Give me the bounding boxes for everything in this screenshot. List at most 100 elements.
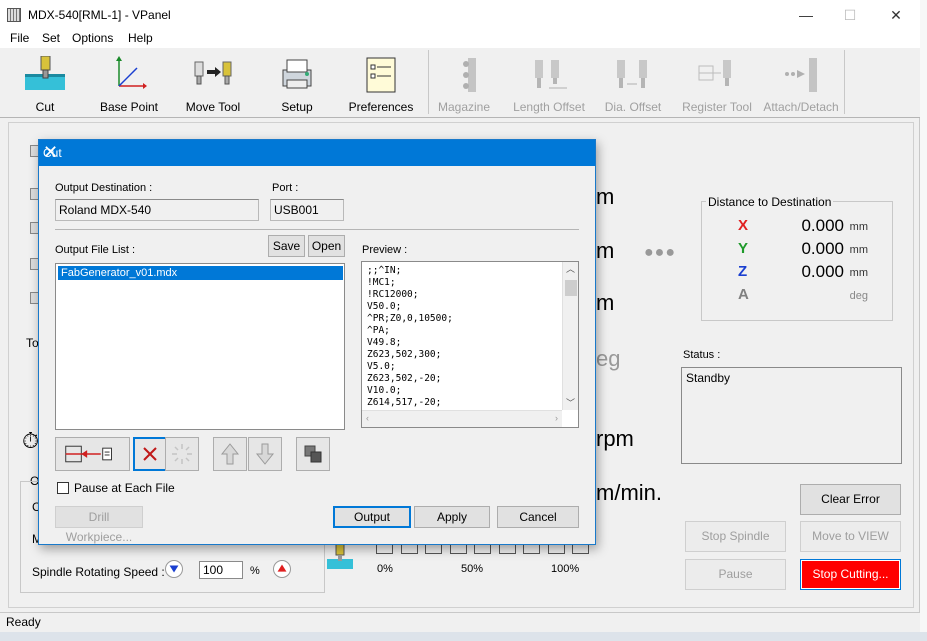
distance-x-unit: mm [849, 221, 868, 233]
output-file-list[interactable]: FabGenerator_v01.mdx [55, 263, 345, 430]
move-down-button[interactable] [248, 437, 282, 471]
toolbar-magazine-button[interactable]: Magazine [432, 52, 496, 116]
move-up-button[interactable] [213, 437, 247, 471]
toolbar-magazine-label: Magazine [437, 100, 491, 114]
spindle-decrease-button[interactable] [165, 560, 183, 578]
pause-button[interactable]: Pause [685, 559, 786, 590]
maximize-button[interactable]: ☐ [830, 4, 870, 26]
magazine-icon [463, 58, 476, 92]
status-label: Status : [683, 349, 721, 361]
toolbar-preferences-button[interactable]: Preferences [342, 52, 420, 116]
output-button[interactable]: Output [333, 506, 411, 528]
file-list-item[interactable]: FabGenerator_v01.mdx [58, 266, 343, 280]
cancel-button[interactable]: Cancel [497, 506, 579, 528]
clear-error-button[interactable]: Clear Error [800, 484, 901, 515]
spindle-increase-button[interactable] [273, 560, 291, 578]
unit-label: m [596, 184, 615, 209]
preview-line: Z614,517,-20; [367, 397, 442, 408]
output-destination-label: Output Destination : [55, 182, 153, 194]
unit-label: rpm [596, 426, 634, 451]
toolbar-setup-button[interactable]: Setup [260, 52, 334, 116]
scroll-right-icon[interactable]: › [555, 413, 558, 423]
output-file-list-label: Output File List : [55, 244, 136, 256]
preview-vertical-scrollbar[interactable]: ︿ ﹀ [562, 262, 578, 410]
stop-cutting-button[interactable]: Stop Cutting... [800, 559, 901, 590]
preview-line: V50.0; [367, 301, 402, 312]
preview-horizontal-scrollbar[interactable]: ‹ › [362, 410, 562, 427]
distance-group-title: Distance to Destination [706, 195, 834, 209]
toolbar-setup-label: Setup [281, 100, 313, 114]
continue-dots-icon: ●●● [644, 244, 676, 261]
open-button[interactable]: Open [308, 235, 345, 257]
minimize-button[interactable]: — [786, 4, 826, 26]
menu-help[interactable]: Help [128, 31, 153, 45]
sparkle-icon [172, 444, 192, 464]
spindle-speed-field[interactable]: 100 [199, 561, 243, 579]
pause-each-file-checkbox[interactable] [57, 482, 69, 494]
window-title: MDX-540[RML-1] - VPanel [28, 8, 171, 22]
unit-label: eg [596, 346, 621, 371]
preview-line: V49.8; [367, 337, 402, 348]
close-button[interactable]: ✕ [876, 4, 916, 26]
scroll-left-icon[interactable]: ‹ [366, 413, 369, 423]
preview-line: !RC12000; [367, 289, 419, 300]
progress-tick-label: 0% [377, 563, 393, 575]
attach-detach-icon [785, 58, 817, 92]
axis-a-label: A [738, 286, 749, 303]
delete-file-button[interactable] [133, 437, 167, 471]
menu-bar: File Set Options Help [0, 30, 920, 48]
arrow-down-icon [169, 565, 179, 573]
preview-line: ^PA; [367, 325, 390, 336]
menu-file[interactable]: File [10, 31, 29, 45]
title-bar: MDX-540[RML-1] - VPanel — ☐ ✕ [0, 0, 920, 30]
delete-x-icon [143, 447, 157, 461]
toolbar-dia-offset-label: Dia. Offset [604, 100, 662, 114]
cut-dialog: Cut ✕ Output Destination : Roland MDX-54… [38, 139, 596, 545]
stopwatch-icon: ⏱ [22, 428, 40, 453]
toolbar-cut-button[interactable]: Cut [8, 52, 82, 116]
toolbar-register-tool-button[interactable]: Register Tool [678, 52, 756, 116]
toolbar-separator [844, 50, 845, 114]
toolbar-register-tool-label: Register Tool [682, 100, 752, 114]
menu-options[interactable]: Options [72, 31, 113, 45]
drill-workpiece-button[interactable]: Drill Workpiece... [55, 506, 143, 544]
toolbar-move-tool-label: Move Tool [185, 100, 241, 114]
preview-line: ^PR;Z0,0,10500; [367, 313, 453, 324]
desktop-edge [920, 0, 927, 632]
apply-button[interactable]: Apply [414, 506, 490, 528]
preview-line: ;;^IN; [367, 265, 402, 276]
base-point-icon [116, 56, 147, 89]
menu-set[interactable]: Set [42, 31, 60, 45]
axis-z-label: Z [738, 263, 748, 280]
file-properties-button[interactable] [296, 437, 330, 471]
move-to-view-button[interactable]: Move to VIEW [800, 521, 901, 552]
toolbar-base-point-button[interactable]: Base Point [92, 52, 166, 116]
clear-list-button[interactable] [165, 437, 199, 471]
toolbar-length-offset-button[interactable]: Length Offset [506, 52, 592, 116]
properties-icon [304, 445, 322, 463]
cut-dialog-close-button[interactable]: ✕ [43, 142, 587, 163]
unit-label: m [596, 290, 615, 315]
preview-line: V10.0; [367, 385, 402, 396]
stop-spindle-button[interactable]: Stop Spindle [685, 521, 786, 552]
separator [55, 229, 579, 230]
toolbar-length-offset-label: Length Offset [513, 100, 585, 114]
toolbar-separator [428, 50, 429, 114]
status-bar-text: Ready [6, 615, 41, 629]
unit-label: m/min. [596, 480, 662, 505]
distance-y-value: 0.000 [801, 239, 844, 258]
add-file-button[interactable] [55, 437, 130, 471]
toolbar: Cut Base Point Move Tool Setup Preferenc… [0, 48, 920, 118]
distance-z-value: 0.000 [801, 262, 844, 281]
toolbar-attach-detach-button[interactable]: Attach/Detach [760, 52, 842, 116]
save-button[interactable]: Save [268, 235, 305, 257]
distance-x-value: 0.000 [801, 216, 844, 235]
spindle-speed-unit: % [250, 565, 260, 577]
toolbar-move-tool-button[interactable]: Move Tool [176, 52, 250, 116]
register-tool-icon [698, 60, 731, 86]
scroll-down-icon[interactable]: ﹀ [566, 396, 575, 409]
scrollbar-thumb[interactable] [565, 280, 577, 296]
toolbar-dia-offset-button[interactable]: Dia. Offset [598, 52, 668, 116]
scroll-up-icon[interactable]: ︿ [566, 262, 575, 275]
toolbar-preferences-label: Preferences [348, 100, 414, 114]
